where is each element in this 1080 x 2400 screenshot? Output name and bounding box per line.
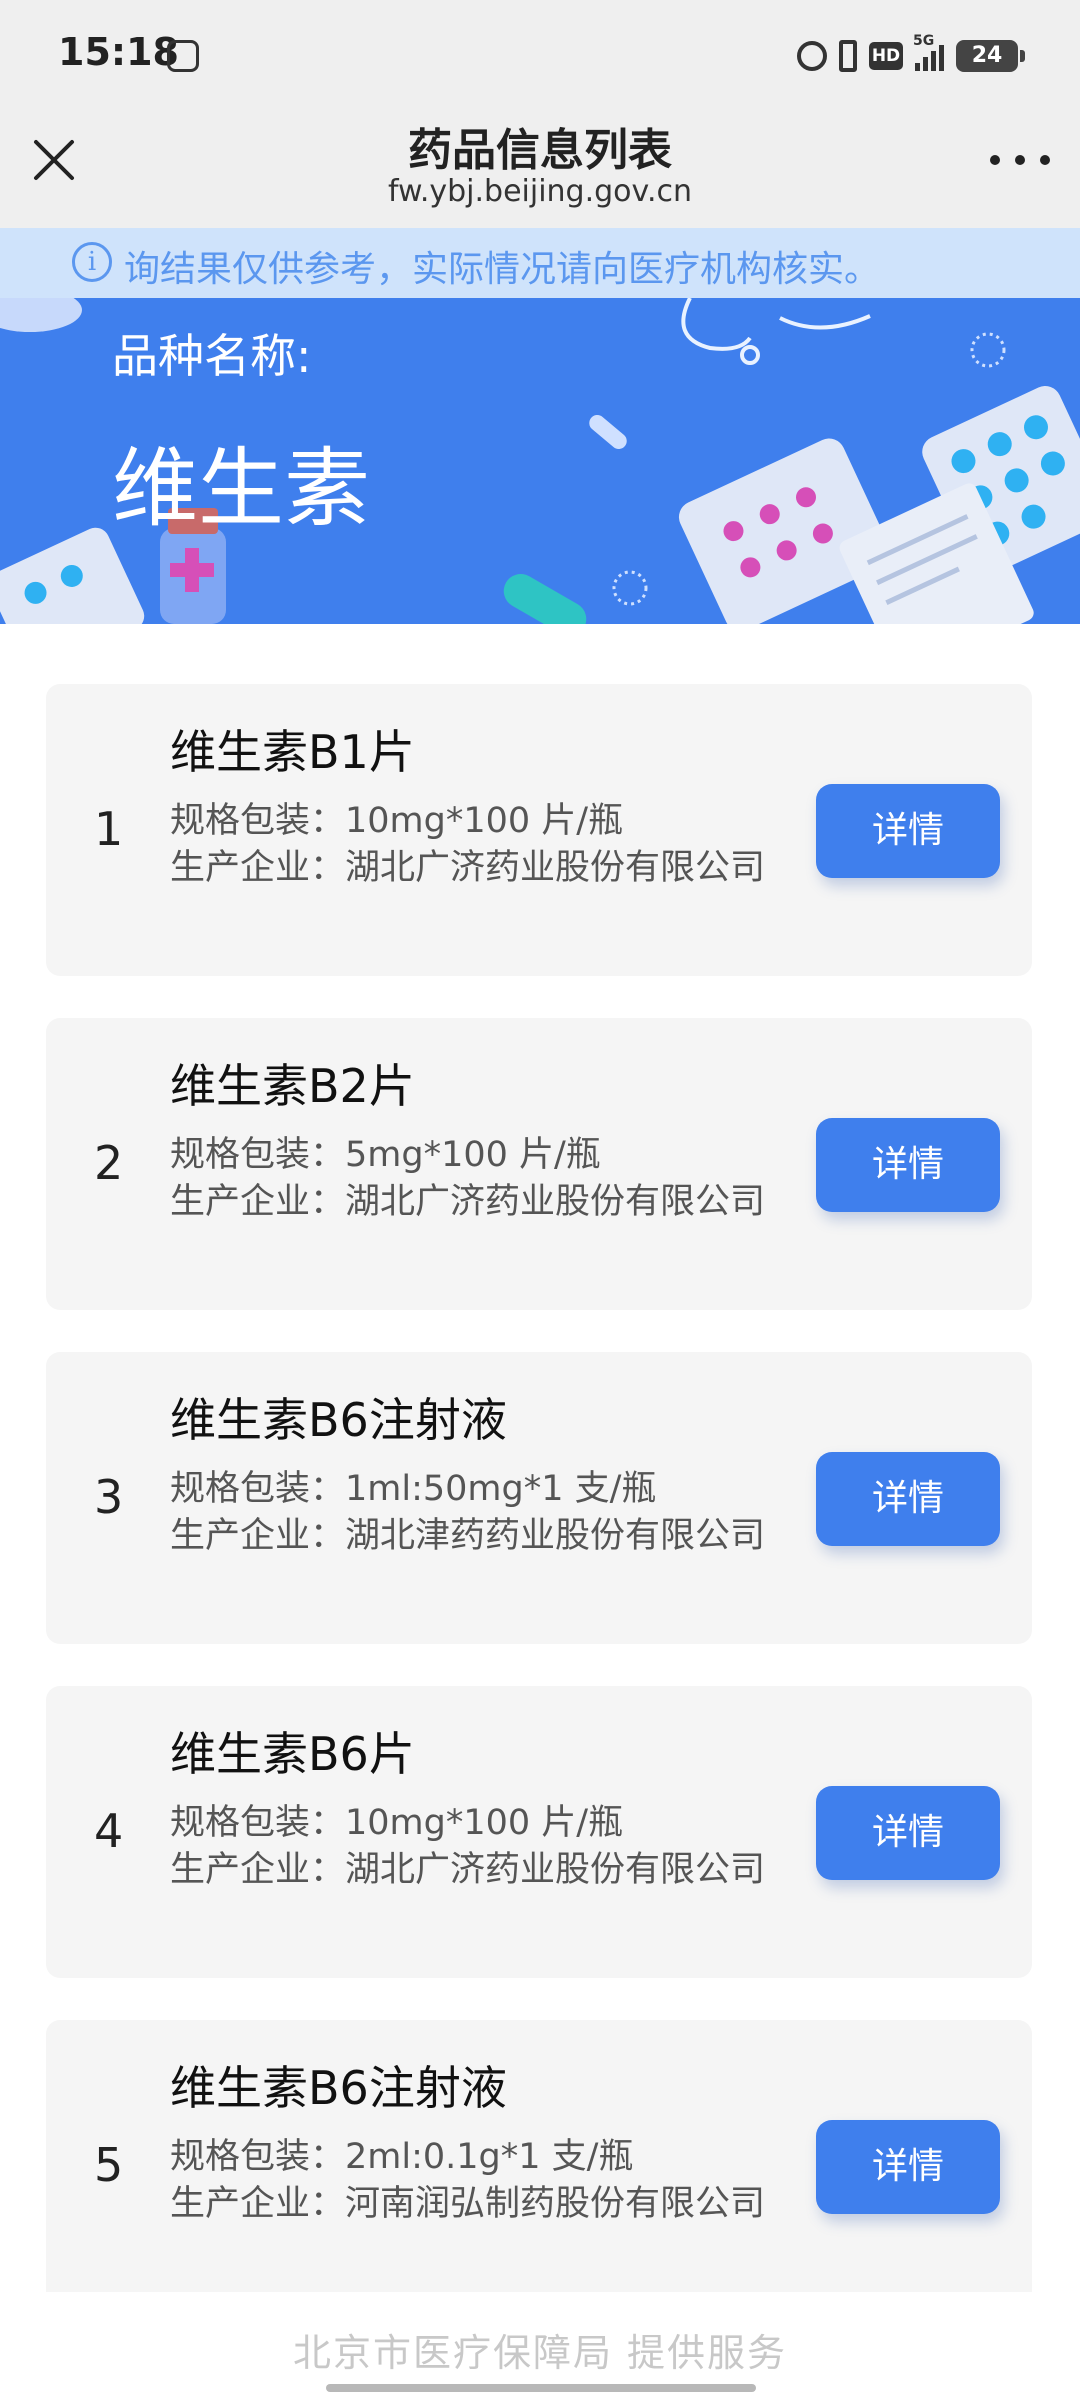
banner: 品种名称: 维生素 — [0, 298, 1080, 624]
drug-index: 2 — [94, 1136, 124, 1190]
drug-spec: 规格包装：1ml:50mg*1 支/瓶 — [170, 1469, 657, 1509]
drug-name: 维生素B6注射液 — [170, 2061, 507, 2115]
drug-maker: 生产企业：湖北广济药业股份有限公司 — [170, 848, 766, 888]
status-time: 15:18 — [58, 30, 179, 74]
drug-card: 2 维生素B2片 规格包装：5mg*100 片/瓶 生产企业：湖北广济药业股份有… — [46, 1018, 1032, 1310]
drug-spec: 规格包装：2ml:0.1g*1 支/瓶 — [170, 2137, 634, 2177]
detail-button[interactable]: 详情 — [816, 1118, 1000, 1212]
drug-card: 4 维生素B6片 规格包装：10mg*100 片/瓶 生产企业：湖北广济药业股份… — [46, 1686, 1032, 1978]
drug-index: 5 — [94, 2138, 124, 2192]
status-bar: 15:18 HD 5G 24 — [0, 0, 1080, 106]
app-notification-icon — [167, 40, 199, 72]
status-icons: HD 5G 24 — [797, 33, 1025, 76]
drug-maker: 生产企业：湖北广济药业股份有限公司 — [170, 1182, 766, 1222]
drug-card: 3 维生素B6注射液 规格包装：1ml:50mg*1 支/瓶 生产企业：湖北津药… — [46, 1352, 1032, 1644]
drug-maker: 生产企业：河南润弘制药股份有限公司 — [170, 2184, 766, 2224]
drug-name: 维生素B6注射液 — [170, 1393, 507, 1447]
drug-card: 1 维生素B1片 规格包装：10mg*100 片/瓶 生产企业：湖北广济药业股份… — [46, 684, 1032, 976]
detail-button[interactable]: 详情 — [816, 1786, 1000, 1880]
network-label: 5G — [913, 33, 935, 49]
drug-name: 维生素B1片 — [170, 725, 415, 779]
drug-spec: 规格包装：10mg*100 片/瓶 — [170, 801, 624, 841]
drug-maker: 生产企业：湖北广济药业股份有限公司 — [170, 1850, 766, 1890]
notice-text: 询结果仅供参考，实际情况请向医疗机构核实。 — [124, 249, 881, 290]
notice-bar: i 询结果仅供参考，实际情况请向医疗机构核实。 — [0, 228, 1080, 298]
signal-icon: 5G — [913, 33, 944, 71]
info-icon: i — [72, 242, 112, 282]
drug-index: 3 — [94, 1470, 124, 1524]
home-indicator[interactable] — [326, 2384, 756, 2392]
drug-maker: 生产企业：湖北津药药业股份有限公司 — [170, 1516, 766, 1556]
vibrate-icon — [839, 40, 857, 72]
detail-button[interactable]: 详情 — [816, 2120, 1000, 2214]
detail-button[interactable]: 详情 — [816, 784, 1000, 878]
battery-icon: 24 — [956, 40, 1025, 72]
drug-spec: 规格包装：5mg*100 片/瓶 — [170, 1135, 601, 1175]
drug-index: 4 — [94, 1804, 124, 1858]
banner-drug-name: 维生素 — [112, 439, 370, 539]
banner-label: 品种名称: — [112, 329, 312, 383]
drug-index: 1 — [94, 802, 124, 856]
more-icon[interactable] — [990, 150, 1050, 170]
detail-button[interactable]: 详情 — [816, 1452, 1000, 1546]
drug-name: 维生素B6片 — [170, 1727, 415, 1781]
drug-card: 5 维生素B6注射液 规格包装：2ml:0.1g*1 支/瓶 生产企业：河南润弘… — [46, 2020, 1032, 2292]
title-bar: 药品信息列表 fw.ybj.beijing.gov.cn — [0, 106, 1080, 228]
drug-spec: 规格包装：10mg*100 片/瓶 — [170, 1803, 624, 1843]
page-url: fw.ybj.beijing.gov.cn — [388, 174, 692, 209]
drug-name: 维生素B2片 — [170, 1059, 415, 1113]
page-title: 药品信息列表 — [408, 125, 672, 176]
footer-text: 北京市医疗保障局 提供服务 — [292, 2331, 788, 2375]
hd-icon: HD — [869, 42, 903, 70]
alarm-icon — [797, 41, 827, 71]
